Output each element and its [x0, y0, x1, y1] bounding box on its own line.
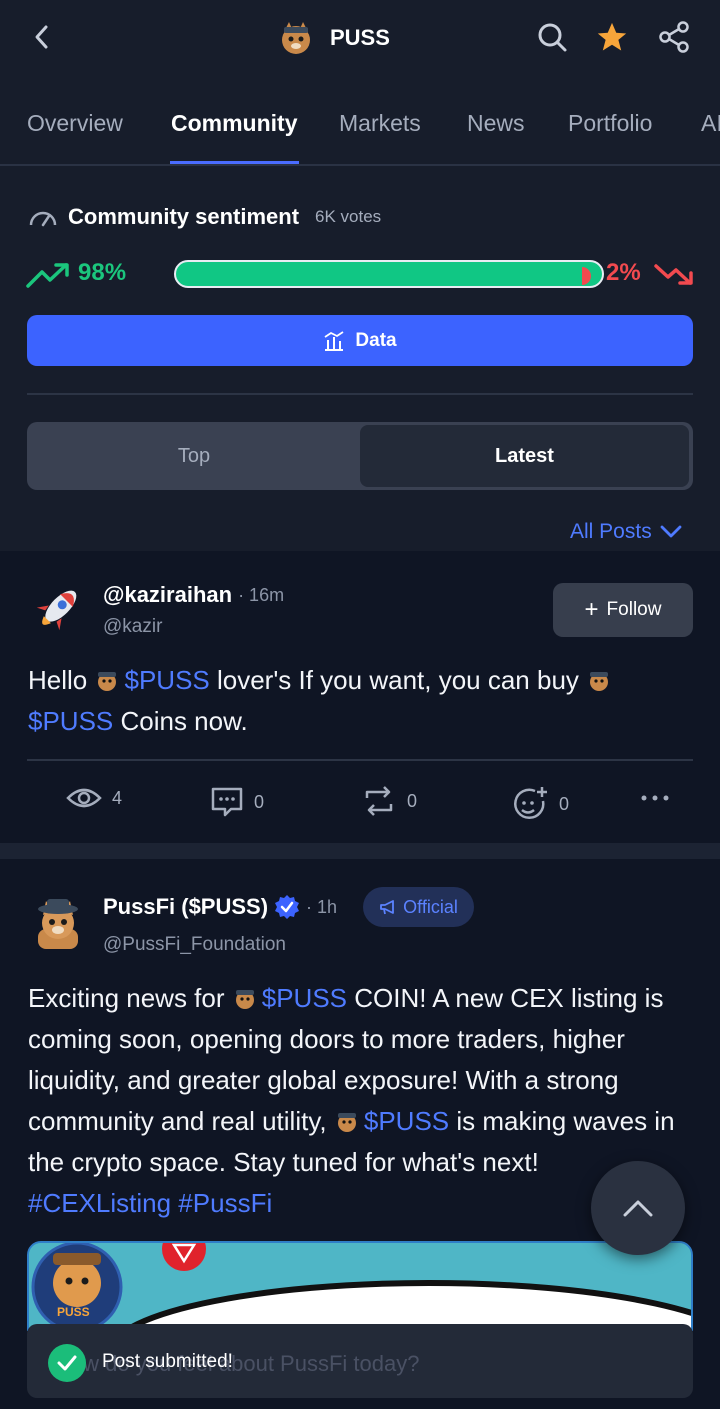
sort-latest-button[interactable]: Latest — [360, 425, 689, 487]
official-badge: Official — [363, 887, 474, 927]
views-stat[interactable]: 4 — [66, 786, 122, 810]
hashtag-link[interactable]: #CEXListing — [28, 1188, 171, 1218]
sort-toggle: Top Latest — [27, 422, 693, 490]
post-text: Exciting news for — [28, 983, 232, 1013]
official-label: Official — [403, 896, 458, 917]
bearish-percentage: 2% — [606, 259, 641, 286]
puss-logo-icon — [282, 22, 310, 54]
top-bar: PUSS — [0, 0, 720, 76]
chart-icon — [324, 330, 344, 351]
post-image-art — [29, 1243, 691, 1329]
puss-coin-icon — [590, 672, 609, 691]
share-button[interactable] — [654, 16, 694, 58]
star-icon — [597, 22, 627, 51]
chevron-down-icon — [660, 525, 682, 538]
more-options-button[interactable] — [640, 794, 670, 802]
author-name: PussFi ($PUSS) — [103, 894, 269, 919]
sentiment-bar-row: 98% 2% — [26, 256, 694, 292]
post-text: Hello — [28, 665, 95, 695]
sentiment-title: Community sentiment — [68, 204, 300, 229]
plus-icon: + — [584, 596, 599, 623]
post-time: · 16m — [238, 584, 285, 605]
chevron-up-icon — [623, 1200, 653, 1217]
views-count: 4 — [112, 787, 123, 808]
coin-title: PUSS — [276, 16, 390, 60]
trend-down-icon — [654, 264, 693, 285]
post-handle: @PussFi_Foundation — [103, 934, 286, 955]
puss-coin-icon — [98, 672, 117, 691]
all-posts-label: All Posts — [570, 520, 652, 543]
follow-label: Follow — [606, 599, 662, 620]
sentiment-header: Community sentiment 6K votes — [28, 204, 381, 230]
bearish-segment — [582, 267, 591, 285]
trend-up-icon — [26, 263, 69, 288]
search-button[interactable] — [532, 16, 572, 58]
repost-count: 0 — [407, 790, 418, 811]
check-icon — [48, 1344, 86, 1382]
back-button[interactable] — [24, 18, 60, 56]
tab-markets[interactable]: Markets — [339, 110, 421, 137]
tab-ai[interactable]: AI — [701, 110, 720, 137]
follow-button[interactable]: + Follow — [553, 583, 693, 637]
pussfi-avatar[interactable] — [28, 893, 88, 953]
puss-coin-icon — [337, 1113, 356, 1132]
repost-button[interactable]: 0 — [361, 786, 417, 816]
tab-overview[interactable]: Overview — [27, 110, 123, 137]
add-reaction-icon — [514, 787, 547, 820]
rocket-avatar[interactable] — [28, 579, 88, 639]
cashtag-link[interactable]: $PUSS — [262, 983, 347, 1013]
post-time: · 1h — [306, 896, 338, 917]
tab-community[interactable]: Community — [171, 110, 298, 137]
sentiment-bar — [174, 260, 604, 288]
toast-message: Post submitted! — [102, 1351, 233, 1372]
post-text: Coins now. — [113, 706, 248, 736]
gauge-icon — [29, 211, 57, 227]
post-image[interactable]: PUSS — [27, 1241, 693, 1331]
sentiment-votes: 6K votes — [315, 207, 382, 226]
megaphone-icon — [380, 900, 395, 915]
post-separator — [0, 843, 720, 859]
post-divider — [27, 759, 693, 761]
all-posts-dropdown[interactable]: All Posts — [570, 520, 682, 544]
post-handle: @kazir — [103, 616, 163, 637]
coin-tabs: Overview Community Markets News Portfoli… — [0, 96, 720, 166]
coin-name: PUSS — [330, 25, 390, 50]
tab-news[interactable]: News — [467, 110, 525, 137]
sort-top-button[interactable]: Top — [30, 425, 358, 487]
cashtag-link[interactable]: $PUSS — [124, 665, 209, 695]
author-name: @kaziraihan — [103, 582, 233, 607]
bullish-percentage: 98% — [78, 259, 127, 286]
tab-portfolio[interactable]: Portfolio — [568, 110, 652, 137]
comment-icon — [211, 787, 243, 817]
eye-icon — [66, 788, 102, 808]
share-icon — [659, 21, 689, 53]
post-text: lover's If you want, you can buy — [209, 665, 587, 695]
puss-coin-icon — [235, 990, 254, 1009]
image-logo-text: PUSS — [57, 1305, 90, 1319]
section-divider — [27, 393, 693, 395]
comment-button[interactable]: 0 — [210, 786, 264, 818]
post-body: Exciting news for $PUSS COIN! A new CEX … — [28, 978, 688, 1224]
data-button[interactable]: Data — [27, 315, 693, 366]
search-icon — [538, 23, 567, 52]
verified-icon — [275, 895, 300, 919]
back-chevron-icon — [35, 25, 48, 49]
more-icon — [641, 795, 669, 801]
reaction-count: 0 — [559, 793, 570, 814]
post-body: Hello $PUSS lover's If you want, you can… — [28, 660, 692, 742]
post-actions: 4 0 0 0 — [0, 780, 720, 826]
hashtag-link[interactable]: #PussFi — [171, 1188, 272, 1218]
post-author[interactable]: @kaziraihan · 16m — [103, 582, 284, 608]
cashtag-link[interactable]: $PUSS — [364, 1106, 449, 1136]
repost-icon — [365, 786, 393, 816]
scroll-to-top-button[interactable] — [591, 1161, 685, 1255]
data-button-label: Data — [355, 329, 397, 351]
comment-count: 0 — [254, 791, 265, 812]
active-tab-indicator — [170, 161, 299, 164]
post-author[interactable]: PussFi ($PUSS) · 1h — [103, 894, 337, 920]
cashtag-link[interactable]: $PUSS — [28, 706, 113, 736]
favorite-button[interactable] — [592, 16, 632, 58]
react-button[interactable]: 0 — [511, 786, 569, 822]
